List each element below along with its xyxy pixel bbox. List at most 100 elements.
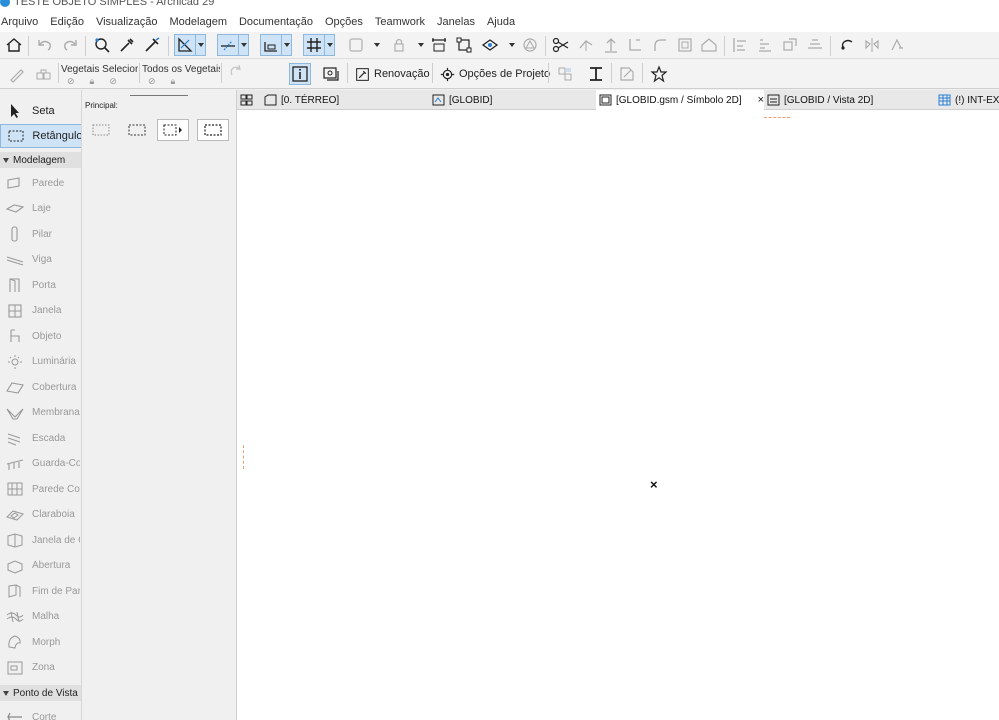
lock-dropdown[interactable] (416, 34, 426, 56)
guide-lines-dropdown[interactable] (196, 34, 206, 56)
tab-overview-button[interactable] (237, 90, 261, 110)
layer-combo-all[interactable]: Todos os Vegetais (142, 64, 220, 75)
tool-zona[interactable]: Zona (0, 656, 81, 680)
tool-parede[interactable]: Parede (0, 171, 81, 195)
tool-objeto[interactable]: Objeto (0, 324, 81, 348)
layer-combo-selected[interactable]: Vegetais Selecion (61, 64, 138, 75)
fillet-button[interactable] (649, 34, 671, 56)
tool-laje[interactable]: Laje (0, 197, 81, 221)
drag-copy-button[interactable] (886, 34, 908, 56)
tool-janela-de-c[interactable]: Janela de C (0, 528, 81, 552)
design-options-button[interactable] (554, 63, 576, 85)
redo-button[interactable] (59, 34, 81, 56)
renovation-button[interactable]: Renovação (355, 63, 430, 85)
info-panel-button[interactable] (289, 63, 311, 85)
resize-button[interactable] (674, 34, 696, 56)
trace-reference-button[interactable] (479, 34, 501, 56)
trace-dropdown[interactable] (507, 34, 517, 56)
publisher-button[interactable] (616, 63, 638, 85)
tool-viga[interactable]: Viga (0, 248, 81, 272)
roof-tools-button[interactable] (698, 34, 720, 56)
show-hide-button[interactable] (519, 34, 541, 56)
elevate-button[interactable] (600, 34, 622, 56)
tool-claraboia[interactable]: Claraboia (0, 503, 81, 527)
tool-porta[interactable]: Porta (0, 273, 81, 297)
menu-janelas[interactable]: Janelas (431, 16, 481, 28)
edit-selection-set-button[interactable] (453, 34, 475, 56)
snap-points-button[interactable] (260, 34, 282, 56)
layer-combination-button[interactable] (804, 34, 826, 56)
suspend-groups-button[interactable] (345, 34, 367, 56)
menu-opcoes[interactable]: Opções (319, 16, 369, 28)
distribute-button[interactable] (754, 34, 776, 56)
project-options-button[interactable]: Opções de Projeto (440, 63, 550, 85)
rotate-button[interactable] (836, 34, 858, 56)
lock-button[interactable] (388, 34, 410, 56)
marquee-rectangle-icon (5, 127, 26, 145)
snap-points-dropdown[interactable] (282, 34, 292, 56)
adjust-button[interactable] (575, 34, 597, 56)
find-select-button[interactable] (91, 34, 113, 56)
tab-globid[interactable]: [GLOBID] (429, 90, 596, 110)
group-modelagem[interactable]: Modelagem (0, 152, 81, 168)
tool-arrow[interactable]: Seta (0, 99, 81, 123)
tool-malha[interactable]: Malha (0, 605, 81, 629)
mirror-button[interactable] (861, 34, 883, 56)
guide-lines-button[interactable] (174, 34, 196, 56)
undo-button[interactable] (34, 34, 56, 56)
menu-arquivo[interactable]: Arquivo (0, 16, 44, 28)
snap-guides-button[interactable] (217, 34, 239, 56)
tool-cobertura[interactable]: Cobertura (0, 375, 81, 399)
skylight-icon (4, 506, 26, 524)
tool-morph[interactable]: Morph (0, 630, 81, 654)
tab-int-exe[interactable]: (!) INT-EXE (935, 90, 999, 110)
groups-dropdown[interactable] (372, 34, 382, 56)
tool-parede-cor[interactable]: Parede Cor (0, 477, 81, 501)
layer-lock-button[interactable] (32, 63, 54, 85)
tool-escada[interactable]: Escada (0, 426, 81, 450)
grid-snap-button[interactable] (303, 34, 325, 56)
tool-guarda-co[interactable]: Guarda-Co (0, 452, 81, 476)
tab-globid-view-2d[interactable]: [GLOBID / Vista 2D] (764, 90, 932, 110)
menu-edicao[interactable]: Edição (44, 16, 90, 28)
group-ponto-de-vista[interactable]: Ponto de Vista (0, 685, 81, 701)
menu-visualizacao[interactable]: Visualização (90, 16, 164, 28)
navigator-button[interactable] (320, 63, 342, 85)
layer-settings-button[interactable] (6, 63, 28, 85)
split-button[interactable] (550, 34, 572, 56)
menu-documentacao[interactable]: Documentação (233, 16, 319, 28)
geometry-method-marquee-selected[interactable] (197, 119, 229, 141)
tool-lumin-ria[interactable]: Luminária (0, 350, 81, 374)
inject-parameters-button[interactable] (141, 34, 163, 56)
tool-janela[interactable]: Janela (0, 299, 81, 323)
tool-corte[interactable]: Corte (0, 705, 81, 720)
arrange-button[interactable] (779, 34, 801, 56)
align-button[interactable] (729, 34, 751, 56)
tab-globid-symbol-2d[interactable]: [GLOBID.gsm / Símbolo 2D] × (596, 90, 764, 110)
home-button[interactable] (3, 34, 25, 56)
refresh-layers-button[interactable] (225, 61, 247, 83)
tool-abertura[interactable]: Abertura (0, 554, 81, 578)
geometry-method-dropdown[interactable] (157, 119, 189, 141)
menu-ajuda[interactable]: Ajuda (481, 16, 521, 28)
profile-manager-button[interactable] (585, 63, 607, 85)
pick-up-parameters-button[interactable] (116, 34, 138, 56)
tab-floor-plan[interactable]: [0. TÉRREO] (261, 90, 429, 110)
tool-membrana[interactable]: Membrana (0, 401, 81, 425)
tool-pilar[interactable]: Pilar (0, 222, 81, 246)
tool-marquee[interactable]: Retângulo (0, 124, 81, 148)
geometry-method-rotated[interactable] (121, 119, 153, 141)
rotate-icon (841, 39, 853, 50)
intersect-button[interactable] (624, 34, 646, 56)
drawing-canvas[interactable]: × (237, 110, 999, 720)
curtain-wall-icon (4, 480, 26, 498)
menu-teamwork[interactable]: Teamwork (369, 16, 431, 28)
tool-fim-de-pare[interactable]: Fim de Pare (0, 579, 81, 603)
dimension-button[interactable] (428, 34, 450, 56)
grid-snap-dropdown[interactable] (325, 34, 335, 56)
tool-label: Luminária (32, 356, 76, 367)
snap-guides-dropdown[interactable] (239, 34, 249, 56)
geometry-method-rectangle[interactable] (85, 119, 117, 141)
menu-modelagem[interactable]: Modelagem (164, 16, 233, 28)
favorites-button[interactable] (648, 63, 670, 85)
